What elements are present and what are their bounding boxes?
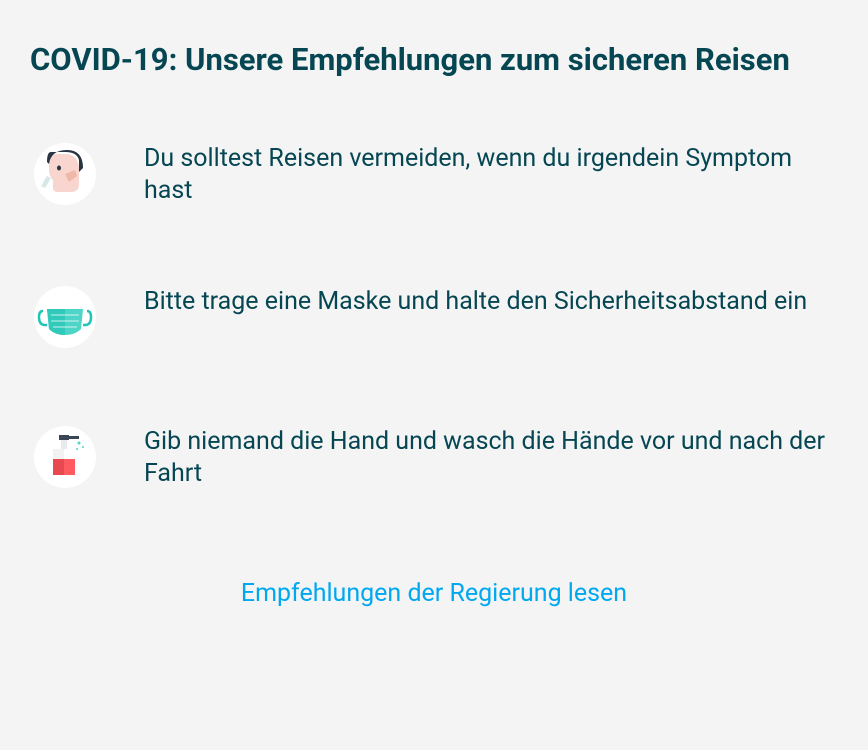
mask-icon <box>34 286 96 348</box>
government-recommendations-link[interactable]: Empfehlungen der Regierung lesen <box>241 579 627 608</box>
recommendations-list: Du solltest Reisen vermeiden, wenn du ir… <box>30 143 838 491</box>
recommendation-text: Gib niemand die Hand und wasch die Hände… <box>144 426 838 491</box>
recommendation-item: Du solltest Reisen vermeiden, wenn du ir… <box>30 143 838 208</box>
link-container: Empfehlungen der Regierung lesen <box>30 579 838 608</box>
recommendation-item: Bitte trage eine Maske und halte den Sic… <box>30 286 838 348</box>
wash-hands-icon <box>34 426 96 488</box>
recommendation-item: Gib niemand die Hand und wasch die Hände… <box>30 426 838 491</box>
recommendation-text: Bitte trage eine Maske und halte den Sic… <box>144 286 807 319</box>
sick-person-icon <box>34 143 96 205</box>
recommendation-text: Du solltest Reisen vermeiden, wenn du ir… <box>144 143 838 208</box>
page-title: COVID-19: Unsere Empfehlungen zum sicher… <box>30 38 838 83</box>
